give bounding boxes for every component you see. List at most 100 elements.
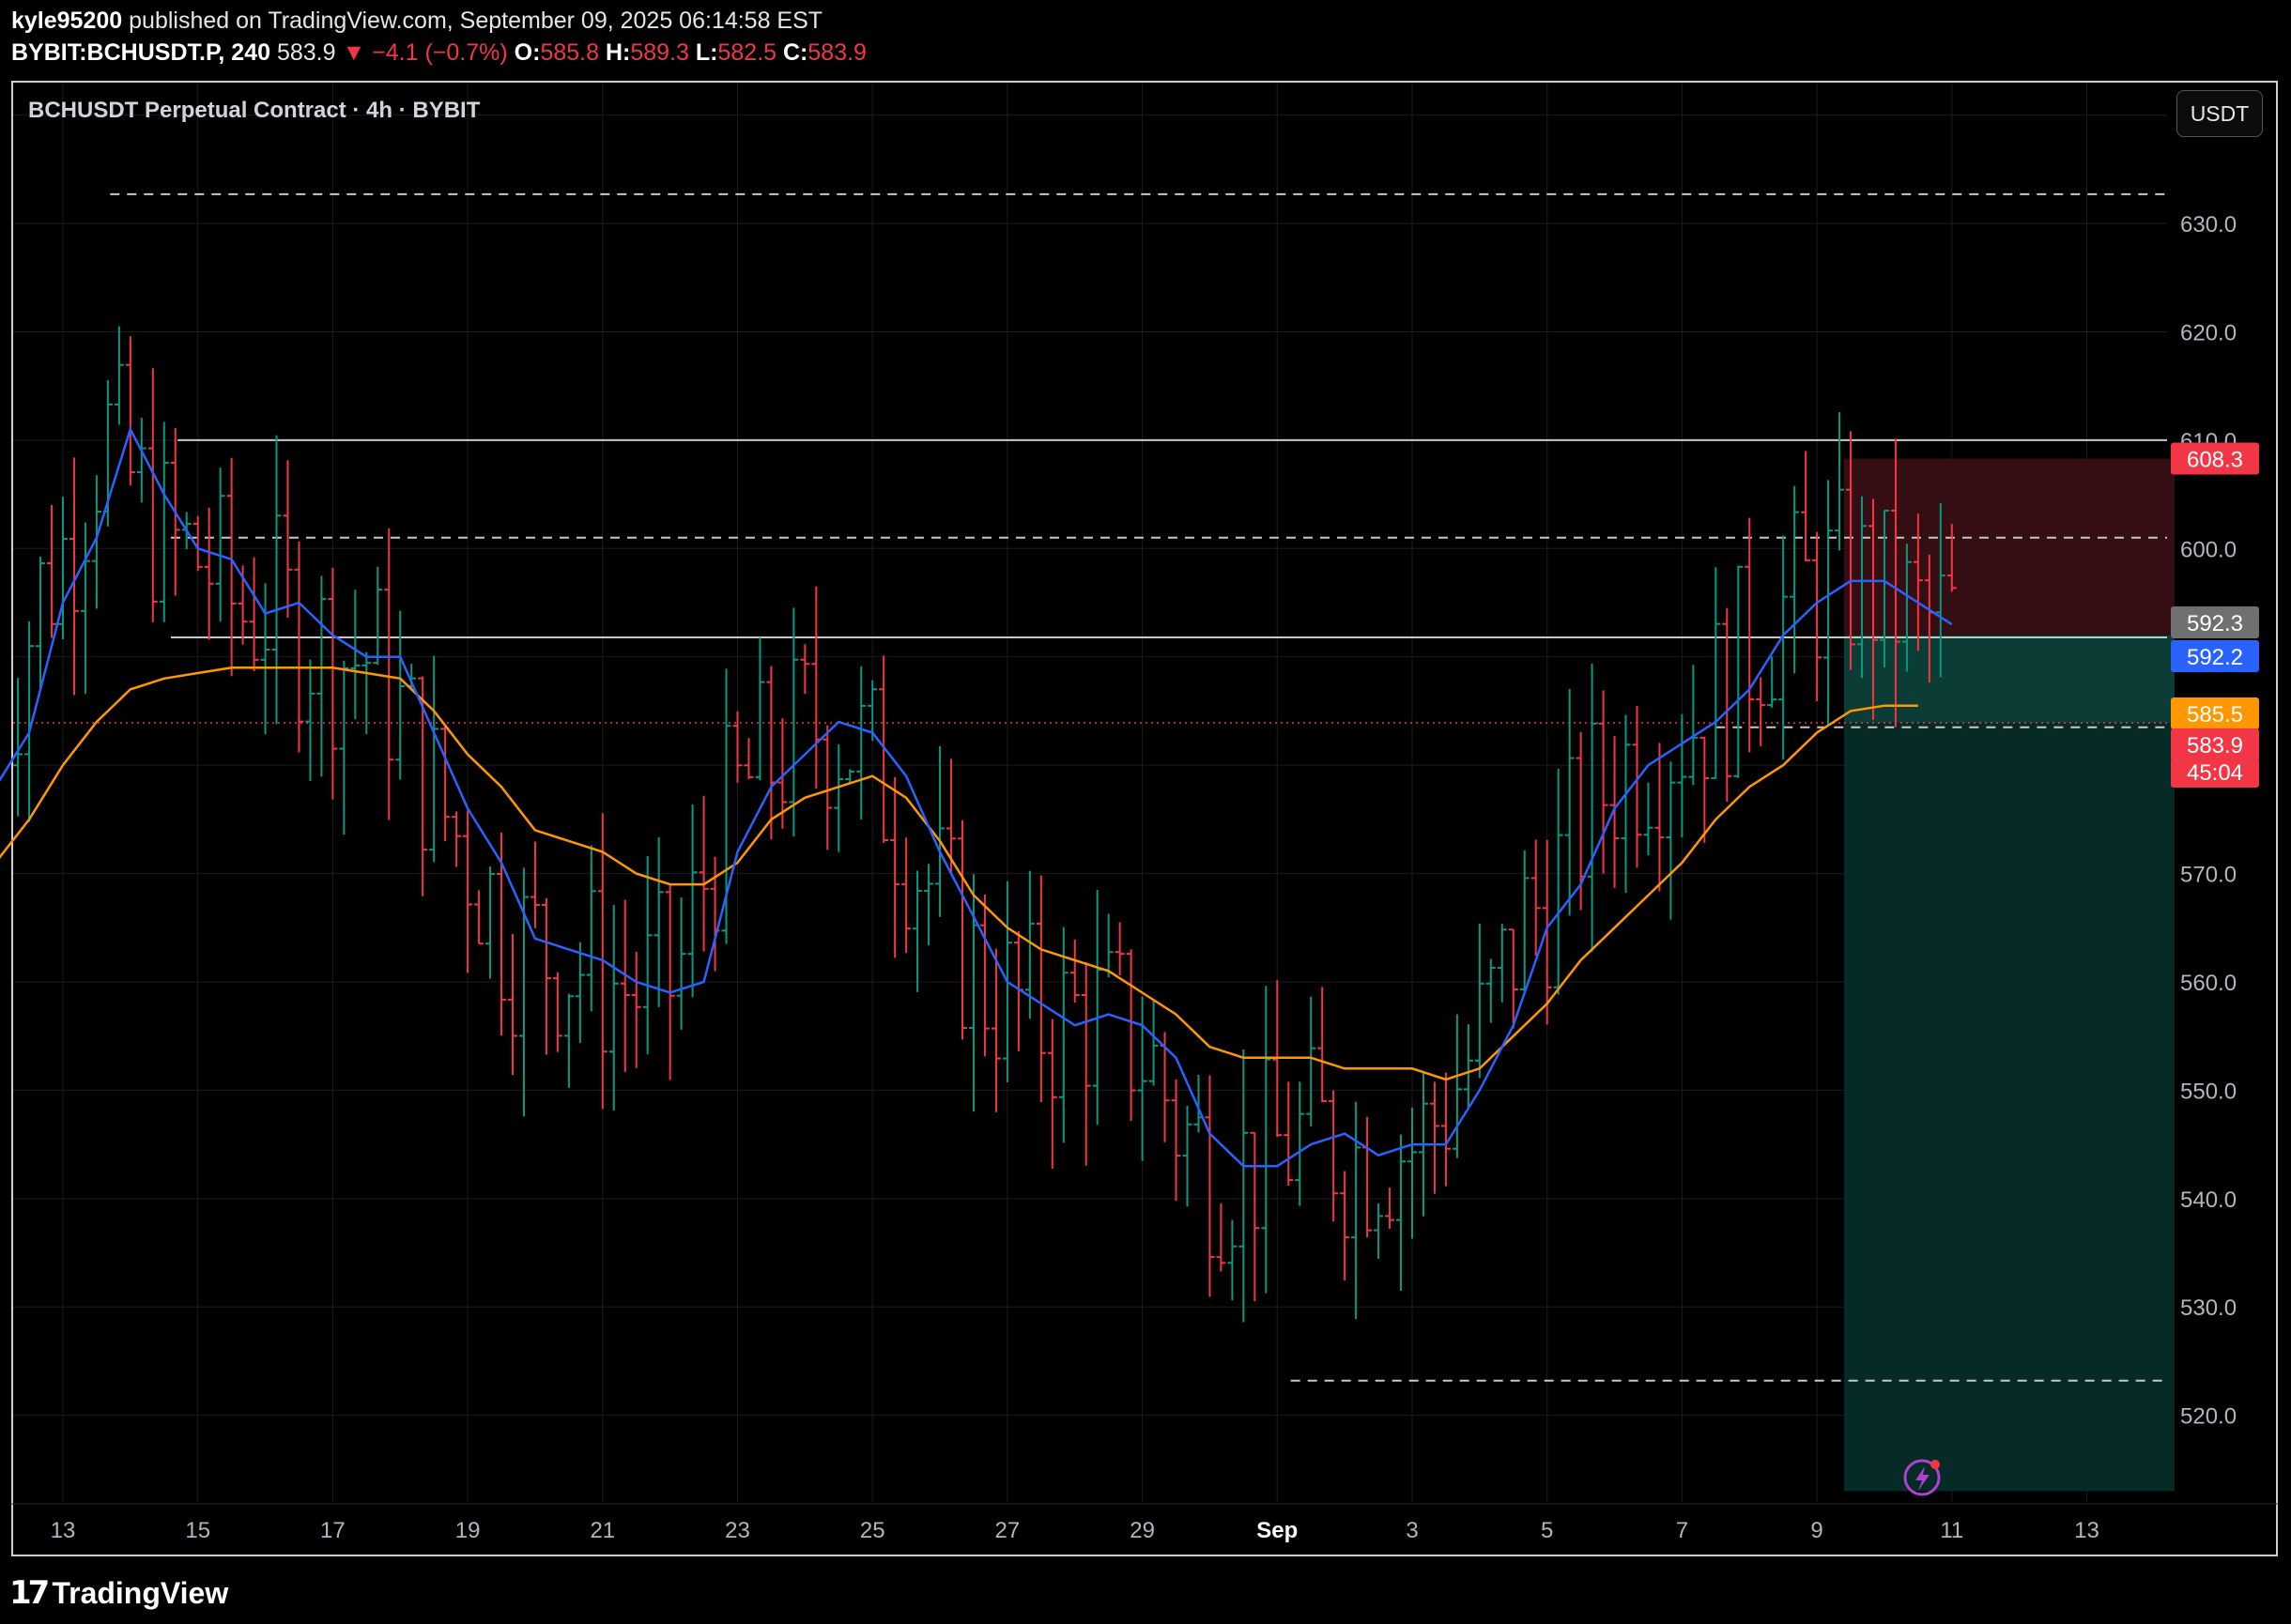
candle-down [1440,1072,1451,1187]
position-zones[interactable] [1843,458,2175,1492]
candle-down [1317,987,1328,1103]
candle-up [271,435,282,725]
candle-up [935,745,946,917]
price-tick-label: 550.0 [2180,1079,2237,1104]
time-tick-label: 5 [1541,1518,1553,1543]
time-tick-label: 13 [51,1518,76,1543]
candle-up [159,421,169,622]
candle-up [1564,688,1575,916]
candle-up [1790,485,1800,674]
candle-down [1609,736,1620,888]
candle-up [136,418,146,503]
candle-down [631,952,641,1068]
candle-down [1632,706,1642,868]
currency-button[interactable]: USDT [2176,90,2263,137]
candle-up [1058,927,1069,1143]
candle-down [879,655,889,843]
candle-up [361,651,372,735]
candle-down [665,885,675,1080]
time-tick-label: 3 [1406,1518,1418,1543]
candle-down [1745,517,1755,753]
candle-up [1374,1203,1384,1259]
time-tick-label: 23 [725,1518,750,1543]
candle-down [1171,1079,1181,1202]
price-tag-text: 608.3 [2187,448,2243,473]
candle-down [811,586,822,789]
candle-up [1351,1101,1361,1320]
price-tick-label: 620.0 [2180,320,2237,345]
price-axis[interactable]: 640.0630.0620.0610.0600.0590.0580.0570.0… [2171,104,2259,1430]
candle-up [1261,986,1271,1294]
candle-down [384,528,394,820]
candle-down [1205,1075,1215,1297]
candle-up [1227,1219,1238,1301]
candle-down [1530,839,1541,957]
candle-up [755,637,765,781]
candle-down [47,505,57,638]
candle-up [305,659,315,781]
candle-up [1587,664,1597,952]
time-axis[interactable]: 13 15 17 19 21 23 25 27 29 Sep 3 5 7 9 11 13 [11,1503,2278,1543]
candle-up [856,666,867,820]
price-tick-label: 600.0 [2180,537,2237,562]
candle-down [901,837,912,953]
candle-down [744,738,754,779]
candle-up [1767,656,1777,708]
candle-up [563,993,574,1088]
price-tag-text: 585.5 [2187,702,2243,728]
candle-up [260,583,270,735]
candle-down [1036,875,1046,1103]
price-tick-label: 520.0 [2180,1404,2237,1430]
candle-up [586,845,596,1012]
time-tick-label: 25 [860,1518,885,1543]
candle-up [36,557,46,690]
profit-zone-filled [1843,635,2175,724]
candle-up [687,804,698,998]
candle-down [1429,1081,1439,1194]
candle-down [147,368,158,622]
time-tick-label: 11 [1940,1518,1963,1543]
candle-up [429,655,439,863]
candle-up [1835,412,1845,551]
time-tick-label: 29 [1130,1518,1155,1543]
candle-down [1216,1203,1226,1272]
candle-up [114,326,124,425]
candle-down [732,711,743,783]
candle-down [890,776,900,958]
price-tick-label: 560.0 [2180,971,2237,996]
candle-down [283,460,293,618]
candle-up [1688,665,1699,786]
candle-up [1148,998,1159,1086]
countdown-text: 45:04 [2187,760,2243,786]
candle-up [1137,996,1147,1161]
candle-down [1340,1171,1350,1280]
price-tag: 585.5 [2171,697,2259,729]
price-tick-label: 530.0 [2180,1295,2237,1321]
candle-down [1362,1116,1373,1238]
candle-up [721,668,731,944]
candle-down [1069,939,1080,1004]
candle-down [452,811,462,867]
candle-up [1778,535,1789,760]
time-tick-label: 17 [320,1518,346,1543]
candle-down [440,724,451,842]
candle-up [1306,996,1316,1126]
candle-up [1092,889,1102,1126]
candle-down [1329,1090,1339,1222]
price-tag-text: 592.3 [2187,611,2243,636]
price-tick-label: 630.0 [2180,212,2237,237]
chart-legend-title[interactable]: BCHUSDT Perpetual Contract · 4h · BYBIT [28,98,480,124]
candle-up [395,610,406,780]
candle-up [608,905,619,1111]
candle-up [339,660,349,835]
candle-up [1643,782,1653,856]
candle-down [125,336,135,486]
price-chart[interactable]: 640.0630.0620.0610.0600.0590.0580.0570.0… [0,0,2291,1624]
price-tag: 592.2 [2171,640,2259,672]
candle-down [1385,1187,1395,1229]
footer-brand[interactable]: 17 TradingView [9,1570,228,1616]
candle-up [1621,714,1631,894]
candle-up [1182,1105,1192,1207]
candle-up [316,575,327,777]
candle-down [766,666,776,840]
